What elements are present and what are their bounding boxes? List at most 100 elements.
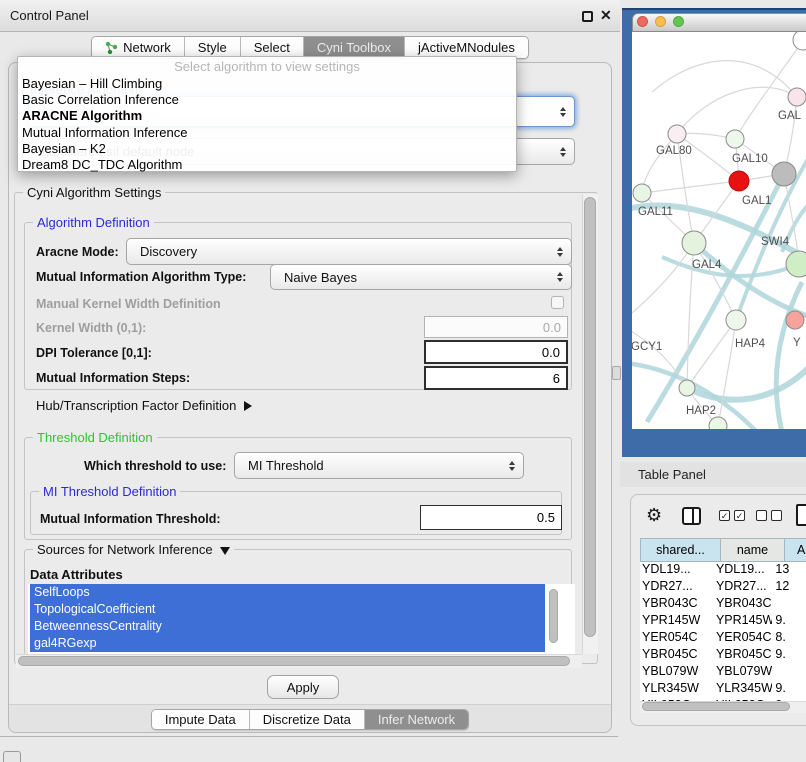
deselect-all-icon[interactable] — [756, 510, 782, 521]
dpi-tolerance-field[interactable]: 0.0 — [424, 340, 568, 364]
table-row[interactable]: YPR145WYPR145W9. — [640, 613, 806, 630]
tab-select[interactable]: Select — [241, 37, 304, 58]
table-cell: YDR27... — [714, 579, 772, 596]
table-cell: YPR145W — [640, 613, 714, 630]
algorithm-prompt: Select algorithm to view settings — [18, 59, 516, 76]
mi-threshold-group-title: MI Threshold Definition — [39, 484, 180, 499]
network-node-gal4[interactable] — [682, 231, 706, 255]
network-node-label: HAP4 — [735, 338, 766, 350]
table-cell: YBL079W — [640, 664, 714, 681]
aracne-mode-combo[interactable]: Discovery — [126, 238, 572, 265]
algorithm-definition-title: Algorithm Definition — [33, 215, 154, 230]
network-node-y[interactable] — [786, 311, 804, 329]
network-node-gal1[interactable] — [729, 171, 749, 191]
network-node-hap2[interactable] — [679, 380, 695, 396]
kernel-width-field[interactable]: 0.0 — [424, 316, 568, 338]
attributes-scrollbar-thumb[interactable] — [549, 589, 558, 643]
bottom-left-button[interactable] — [3, 751, 21, 762]
tab-infer-network[interactable]: Infer Network — [365, 710, 468, 729]
algorithm-option[interactable]: Dream8 DC_TDC Algorithm — [18, 157, 516, 173]
mi-algorithm-type-combo[interactable]: Naive Bayes — [270, 264, 572, 290]
which-threshold-value: MI Threshold — [235, 458, 324, 473]
table-row[interactable]: YBL079WYBL079W — [640, 664, 806, 681]
sources-title[interactable]: Sources for Network Inference — [33, 542, 234, 557]
table-cell: YBR043C — [640, 596, 714, 613]
network-node-gal11[interactable] — [633, 184, 651, 202]
table-column-header[interactable]: A — [785, 538, 806, 562]
network-node-label: GAL10 — [732, 153, 768, 165]
network-node[interactable] — [772, 162, 796, 186]
export-table-icon[interactable] — [796, 504, 806, 526]
data-attribute-item[interactable]: gal4RGexp — [30, 635, 545, 652]
network-node-label: GAL11 — [638, 206, 673, 218]
algorithm-option[interactable]: Bayesian – K2 — [18, 141, 516, 157]
data-attribute-item[interactable]: TopologicalCoefficient — [30, 601, 545, 618]
network-node-gal80[interactable] — [668, 125, 686, 143]
tab-network[interactable]: Network — [92, 37, 185, 58]
window-zoom-button[interactable] — [673, 16, 684, 27]
window-close-button[interactable] — [637, 16, 648, 27]
hub-section-toggle[interactable]: Hub/Transcription Factor Definition — [36, 398, 252, 413]
network-node-gal10[interactable] — [726, 130, 744, 148]
algorithm-option[interactable]: ARACNE Algorithm — [18, 108, 516, 124]
table-column-header[interactable]: name — [721, 538, 785, 562]
float-panel-icon[interactable] — [582, 11, 593, 22]
network-node-label: GCY1 — [632, 341, 662, 353]
combo-stepper-icon — [557, 272, 563, 282]
mi-steps-field[interactable]: 6 — [424, 366, 568, 390]
table-settings-gear-icon[interactable]: ⚙ — [646, 506, 662, 524]
table-hscrollbar-thumb[interactable] — [642, 702, 790, 711]
which-threshold-combo[interactable]: MI Threshold — [234, 452, 524, 479]
table-header-row: shared...nameA — [640, 538, 806, 562]
combo-stepper-icon — [509, 461, 515, 471]
settings-hscrollbar-thumb[interactable] — [18, 656, 570, 666]
algorithm-option[interactable]: Mutual Information Inference — [18, 125, 516, 141]
apply-button[interactable]: Apply — [267, 675, 339, 699]
select-all-icon[interactable]: ✓✓ — [719, 510, 745, 521]
manual-kernel-label: Manual Kernel Width Definition — [36, 297, 221, 311]
split-divider-handle[interactable] — [612, 366, 621, 380]
tab-style[interactable]: Style — [185, 37, 241, 58]
algorithm-option[interactable]: Bayesian – Hill Climbing — [18, 76, 516, 92]
table-column-header[interactable]: shared... — [640, 538, 721, 562]
combo-stepper-icon — [560, 107, 566, 117]
mi-threshold-label: Mutual Information Threshold: — [40, 512, 221, 526]
tab-jactivemnodules[interactable]: jActiveMNodules — [405, 37, 528, 58]
close-icon[interactable]: ✕ — [600, 7, 612, 24]
tab-network-label: Network — [123, 40, 171, 55]
expanded-arrow-icon — [220, 547, 230, 555]
network-canvas[interactable]: GALGAL80GAL10GAL1GAL11GAL4SWI4GCY1HAP4YH… — [632, 32, 806, 429]
table-row[interactable]: YER054CYER054C8. — [640, 630, 806, 647]
mi-threshold-field[interactable]: 0.5 — [420, 505, 562, 530]
tab-cyni-toolbox[interactable]: Cyni Toolbox — [304, 37, 405, 58]
network-node-gal[interactable] — [788, 88, 806, 106]
tab-discretize-data[interactable]: Discretize Data — [250, 710, 365, 729]
network-node[interactable] — [793, 32, 806, 50]
data-attribute-item[interactable]: BetweennessCentrality — [30, 618, 545, 635]
data-attributes-list[interactable]: SelfLoopsTopologicalCoefficientBetweenne… — [28, 584, 575, 654]
table-row[interactable]: YBR043CYBR043C — [640, 596, 806, 613]
table-cell: YLR345W — [714, 681, 772, 698]
table-cell: YLR345W — [640, 681, 714, 698]
table-cell: 12 — [772, 579, 806, 596]
table-cell: YER054C — [714, 630, 772, 647]
table-row[interactable]: YBR045CYBR045C9. — [640, 647, 806, 664]
data-attribute-item[interactable]: SelfLoops — [30, 584, 545, 601]
column-visibility-icon[interactable] — [682, 507, 701, 525]
table-row[interactable]: YLR345WYLR345W9. — [640, 681, 806, 698]
tab-impute-data[interactable]: Impute Data — [152, 710, 250, 729]
table-row[interactable]: YDR27...YDR27...12 — [640, 579, 806, 596]
table-cell: YBL079W — [714, 664, 772, 681]
manual-kernel-checkbox[interactable] — [551, 296, 564, 309]
table-cell: 9. — [772, 681, 806, 698]
window-minimize-button[interactable] — [655, 16, 666, 27]
mi-algorithm-type-value: Naive Bayes — [271, 270, 357, 285]
table-cell: YPR145W — [714, 613, 772, 630]
settings-vscrollbar-thumb[interactable] — [584, 197, 596, 637]
table-row[interactable]: YDL19...YDL19...13 — [640, 562, 806, 579]
algorithm-option[interactable]: Basic Correlation Inference — [18, 92, 516, 108]
network-node-swi4[interactable] — [786, 251, 806, 277]
table-cell — [772, 664, 806, 681]
network-node-hap4[interactable] — [726, 310, 746, 330]
dpi-tolerance-label: DPI Tolerance [0,1]: — [36, 346, 152, 360]
